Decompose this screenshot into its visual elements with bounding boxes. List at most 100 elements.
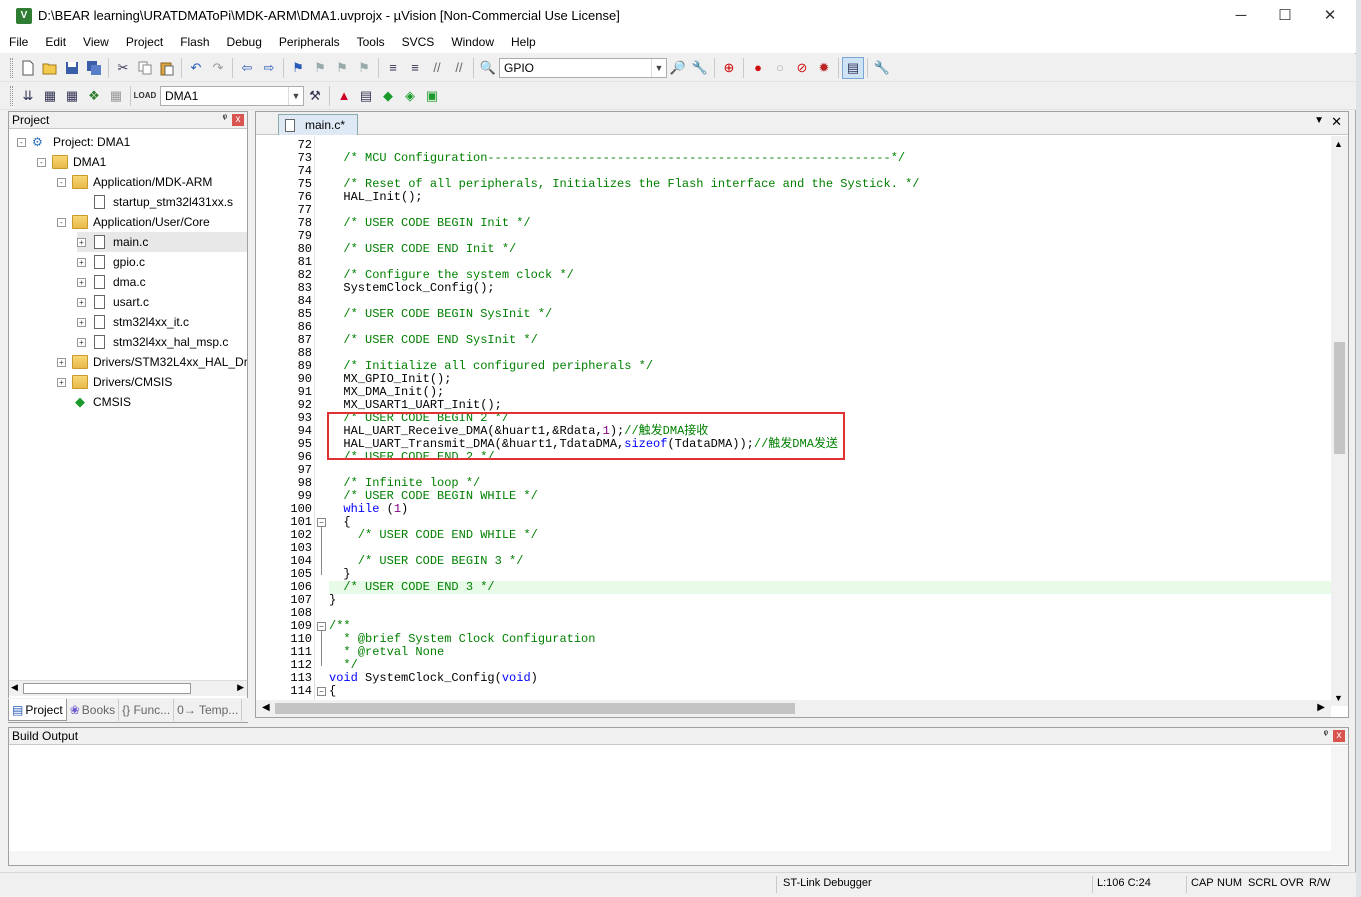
- menu-item-tools[interactable]: Tools: [348, 35, 393, 49]
- code-line[interactable]: HAL_Init();: [329, 191, 422, 204]
- collapse-icon[interactable]: -: [57, 177, 66, 187]
- collapse-icon[interactable]: -: [37, 157, 46, 167]
- tree-node[interactable]: startup_stm32l431xx.s: [77, 192, 233, 212]
- navigate-forward-icon[interactable]: ⇨: [258, 57, 280, 79]
- tree-node[interactable]: + usart.c: [77, 292, 149, 312]
- menu-item-debug[interactable]: Debug: [218, 35, 270, 49]
- code-line[interactable]: /* USER CODE END SysInit */: [329, 334, 537, 347]
- kill-breakpoints-icon[interactable]: ✹: [813, 57, 835, 79]
- previous-bookmark-icon[interactable]: ⚑: [309, 57, 331, 79]
- expand-icon[interactable]: +: [77, 337, 86, 347]
- fold-toggle-icon[interactable]: −: [317, 622, 326, 631]
- code-line[interactable]: /* USER CODE END 2 */: [329, 451, 494, 464]
- maximize-button[interactable]: ☐: [1262, 0, 1308, 31]
- select-packs-icon[interactable]: ◈: [399, 85, 421, 107]
- expand-icon[interactable]: +: [77, 297, 86, 307]
- minimize-button[interactable]: ─: [1218, 0, 1264, 31]
- save-all-icon[interactable]: [83, 57, 105, 79]
- menu-item-peripherals[interactable]: Peripherals: [270, 35, 348, 49]
- expand-icon[interactable]: +: [57, 377, 66, 387]
- scroll-up-icon[interactable]: ▲: [1334, 139, 1343, 149]
- expand-icon[interactable]: +: [57, 357, 66, 367]
- toolbar-grip[interactable]: [10, 85, 13, 106]
- toolbar-grip[interactable]: [10, 57, 13, 78]
- file-extensions-icon[interactable]: ▤: [355, 85, 377, 107]
- collapse-icon[interactable]: -: [57, 217, 66, 227]
- code-line[interactable]: {: [329, 685, 336, 698]
- chevron-down-icon[interactable]: ▼: [651, 58, 666, 77]
- insert-breakpoint-icon[interactable]: ●: [747, 57, 769, 79]
- expand-icon[interactable]: +: [77, 257, 86, 267]
- code-line[interactable]: /* USER CODE END Init */: [329, 243, 516, 256]
- manage-runtime-icon[interactable]: ◆: [377, 85, 399, 107]
- pane-tab-0[interactable]: ▤ Project: [8, 699, 67, 721]
- tree-node[interactable]: - Application/MDK-ARM: [57, 172, 212, 192]
- stop-build-icon[interactable]: ▦: [105, 85, 127, 107]
- close-tab-icon[interactable]: ✕: [1331, 114, 1342, 130]
- code-line[interactable]: SystemClock_Config();: [329, 282, 494, 295]
- menu-item-view[interactable]: View: [74, 35, 117, 49]
- manage-project-items-icon[interactable]: ▲: [333, 85, 355, 107]
- tree-node[interactable]: + stm32l4xx_it.c: [77, 312, 189, 332]
- cut-icon[interactable]: ✂: [112, 57, 134, 79]
- scroll-right-icon[interactable]: ▶: [1317, 702, 1325, 713]
- find-icon[interactable]: 🔎: [667, 57, 689, 79]
- configure-icon[interactable]: 🔧: [871, 57, 893, 79]
- tree-node[interactable]: - ⚙ Project: DMA1: [17, 132, 130, 152]
- insert-bookmark-icon[interactable]: ⚑: [287, 57, 309, 79]
- target-combo[interactable]: DMA1 ▼: [160, 85, 304, 106]
- tab-main-c[interactable]: main.c*: [278, 114, 358, 135]
- scroll-down-icon[interactable]: ▼: [1334, 693, 1343, 703]
- menu-item-window[interactable]: Window: [442, 35, 502, 49]
- disable-breakpoints-icon[interactable]: ⊘: [791, 57, 813, 79]
- fold-toggle-icon[interactable]: −: [317, 518, 326, 527]
- undo-icon[interactable]: ↶: [185, 57, 207, 79]
- next-bookmark-icon[interactable]: ⚑: [331, 57, 353, 79]
- close-icon[interactable]: x: [232, 114, 244, 126]
- tree-node[interactable]: + Drivers/STM32L4xx_HAL_Driv: [57, 352, 247, 372]
- paste-icon[interactable]: [156, 57, 178, 79]
- scroll-thumb[interactable]: [275, 703, 795, 714]
- comment-icon[interactable]: //: [426, 57, 448, 79]
- code-line[interactable]: /* USER CODE BEGIN 3 */: [329, 555, 524, 568]
- incremental-find-icon[interactable]: 🔧: [689, 57, 711, 79]
- tree-node[interactable]: + main.c: [77, 232, 247, 252]
- batch-build-icon[interactable]: ❖: [83, 85, 105, 107]
- tree-node[interactable]: ◆ CMSIS: [57, 392, 131, 412]
- tree-node[interactable]: - Application/User/Core: [57, 212, 210, 232]
- translate-icon[interactable]: ⇊: [17, 85, 39, 107]
- pin-icon[interactable]: ᵠ: [1324, 729, 1328, 740]
- pane-tab-3[interactable]: 0→ Temp...: [174, 699, 243, 721]
- uncomment-icon[interactable]: //: [448, 57, 470, 79]
- indent-icon[interactable]: ≡: [382, 57, 404, 79]
- tab-list-dropdown-icon[interactable]: ▼: [1314, 115, 1324, 126]
- save-icon[interactable]: [61, 57, 83, 79]
- expand-icon[interactable]: +: [77, 277, 86, 287]
- clear-bookmarks-icon[interactable]: ⚑: [353, 57, 375, 79]
- collapse-icon[interactable]: -: [17, 137, 26, 147]
- pane-tab-1[interactable]: ❀ Books: [67, 699, 120, 721]
- find-combo[interactable]: GPIO ▼: [499, 57, 667, 78]
- close-window-button[interactable]: ✕: [1307, 0, 1353, 31]
- close-icon[interactable]: x: [1333, 730, 1345, 742]
- code-line[interactable]: /* USER CODE BEGIN Init */: [329, 217, 530, 230]
- redo-icon[interactable]: ↷: [207, 57, 229, 79]
- pane-tab-2[interactable]: {} Func...: [119, 699, 175, 721]
- rebuild-icon[interactable]: ▦: [61, 85, 83, 107]
- open-file-icon[interactable]: [39, 57, 61, 79]
- menu-item-edit[interactable]: Edit: [36, 35, 74, 49]
- unindent-icon[interactable]: ≡: [404, 57, 426, 79]
- enable-breakpoint-icon[interactable]: ○: [769, 57, 791, 79]
- menu-item-svcs[interactable]: SVCS: [393, 35, 443, 49]
- menu-item-project[interactable]: Project: [117, 35, 171, 49]
- navigate-back-icon[interactable]: ⇦: [236, 57, 258, 79]
- expand-icon[interactable]: +: [77, 317, 86, 327]
- code-line[interactable]: /* USER CODE BEGIN SysInit */: [329, 308, 552, 321]
- editor-vertical-scrollbar[interactable]: ▲ ▼: [1331, 136, 1348, 706]
- target-options-icon[interactable]: ⚒: [304, 85, 326, 107]
- scroll-thumb[interactable]: [1334, 342, 1345, 454]
- download-icon[interactable]: LOAD: [134, 85, 157, 107]
- scroll-thumb[interactable]: [23, 683, 191, 694]
- scroll-left-icon[interactable]: ◀: [262, 702, 270, 713]
- tree-horizontal-scrollbar[interactable]: ◀ ▶: [9, 680, 247, 696]
